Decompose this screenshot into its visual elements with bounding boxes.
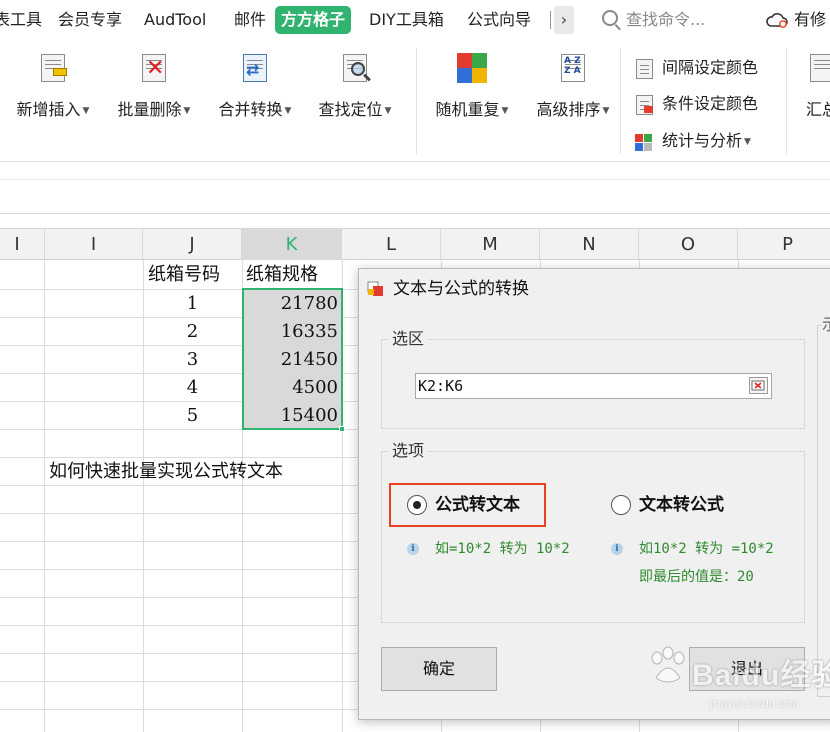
cell-j6[interactable]: 5 [143, 402, 242, 430]
column-header-selected[interactable]: K [242, 229, 342, 260]
column-header[interactable]: L [342, 229, 441, 260]
dialog-title-bar[interactable]: 文本与公式的转换 [359, 269, 830, 309]
baidu-watermark: Baidu经验 jingyan.baidu.com [640, 640, 830, 730]
formula-to-text-radio[interactable] [407, 495, 427, 515]
find-locate-button[interactable]: 查找定位 ▼ [319, 52, 391, 119]
random-repeat-button[interactable]: 随机重复 ▼ [436, 52, 508, 119]
info-icon: i [407, 543, 419, 555]
summary-icon [806, 52, 830, 84]
fill-handle[interactable] [339, 426, 345, 432]
ribbon-tab-bar: 表工具 会员专享 AudTool 邮件 方方格子 DIY工具箱 公式向导 › 查… [0, 0, 830, 40]
conditional-color-button[interactable]: 条件设定颜色 [634, 91, 758, 117]
selection-range-border [242, 288, 343, 430]
hint-formula-to-text: 如=10*2 转为 10*2 [435, 541, 570, 557]
tab-audtool[interactable]: AudTool [144, 6, 206, 34]
tab-formula-wizard[interactable]: 公式向导 [467, 6, 531, 34]
magnifier-icon [339, 52, 371, 84]
statistics-analysis-button[interactable]: 统计与分析 ▼ [634, 128, 751, 154]
command-search-input[interactable]: 查找命令... [626, 6, 705, 34]
tab-table-tools[interactable]: 表工具 [0, 6, 42, 34]
ribbon-separator [416, 48, 417, 154]
info-icon: i [611, 543, 623, 555]
text-to-formula-radio[interactable] [611, 495, 631, 515]
unsaved-changes-label[interactable]: 有修 [794, 6, 826, 34]
cell-note[interactable]: 如何快速批量实现公式转文本 [49, 458, 283, 486]
cell-j2[interactable]: 1 [143, 290, 242, 318]
column-header[interactable]: O [639, 229, 738, 260]
tab-mail[interactable]: 邮件 [234, 6, 266, 34]
paw-icon [651, 646, 685, 683]
merge-icon: ⇄ [239, 52, 271, 84]
range-input[interactable]: K2:K6 [415, 373, 772, 399]
tab-fangfang-gezi[interactable]: 方方格子 [275, 6, 352, 34]
advanced-sort-button[interactable]: A ZZ A 高级排序 ▼ [537, 52, 609, 119]
sort-az-icon: A ZZ A [557, 52, 589, 84]
options-group-label: 选项 [388, 440, 429, 462]
ribbon-separator [620, 48, 621, 154]
hint-result-value: 即最后的值是：20 [639, 569, 754, 585]
tab-separator [550, 11, 551, 29]
column-header[interactable]: P [738, 229, 830, 260]
cloud-sync-icon[interactable] [766, 12, 788, 28]
range-picker-icon[interactable] [749, 377, 768, 394]
cell-k1-header[interactable]: 纸箱规格 [246, 261, 318, 289]
merge-convert-button[interactable]: ⇄ 合并转换 ▼ [219, 52, 291, 119]
color-grid-icon [456, 52, 488, 84]
ribbon-separator [786, 48, 787, 154]
preview-panel-label: 示 [822, 314, 830, 336]
summary-button[interactable]: 汇总 [806, 52, 830, 119]
hint-text-to-formula: 如10*2 转为 =10*2 [639, 541, 774, 557]
delete-icon: ✕ [138, 52, 170, 84]
watermark-text: Baidu经验 [692, 659, 830, 692]
options-groupbox: 选项 [381, 440, 805, 623]
range-group-label: 选区 [388, 328, 429, 350]
watermark-url: jingyan.baidu.com [710, 698, 799, 710]
cell-j4[interactable]: 3 [143, 346, 242, 374]
app-icon [367, 281, 383, 296]
batch-delete-button[interactable]: ✕ 批量删除 ▼ [118, 52, 190, 119]
insert-icon [37, 52, 69, 84]
stripe-table-icon [634, 58, 654, 79]
formula-to-text-label[interactable]: 公式转文本 [435, 493, 520, 517]
dialog-title: 文本与公式的转换 [393, 279, 529, 299]
ribbon-toolbar: 新增插入 ▼ ✕ 批量删除 ▼ ⇄ 合并转换 ▼ 查找定位 ▼ 随机重复 ▼ A… [0, 40, 830, 162]
tab-member[interactable]: 会员专享 [58, 6, 122, 34]
tab-overflow-button[interactable]: › [554, 6, 574, 34]
text-to-formula-label[interactable]: 文本转公式 [639, 493, 724, 517]
column-header-row: I I J K L M N O P [0, 228, 830, 260]
formula-bar[interactable] [0, 162, 830, 214]
column-header[interactable]: J [143, 229, 242, 260]
interval-color-button[interactable]: 间隔设定颜色 [634, 55, 758, 81]
column-header[interactable]: M [441, 229, 540, 260]
cell-j3[interactable]: 2 [143, 318, 242, 346]
column-header[interactable]: N [540, 229, 639, 260]
search-icon[interactable] [602, 10, 618, 26]
cell-j1-header[interactable]: 纸箱号码 [148, 261, 220, 289]
column-header[interactable]: I [45, 229, 143, 260]
condition-table-icon [634, 94, 654, 115]
statistics-icon [634, 132, 654, 152]
column-header[interactable]: I [0, 229, 45, 260]
ok-button[interactable]: 确定 [381, 647, 497, 691]
cell-j5[interactable]: 4 [143, 374, 242, 402]
insert-new-button[interactable]: 新增插入 ▼ [17, 52, 89, 119]
tab-diy-toolbox[interactable]: DIY工具箱 [369, 6, 444, 34]
